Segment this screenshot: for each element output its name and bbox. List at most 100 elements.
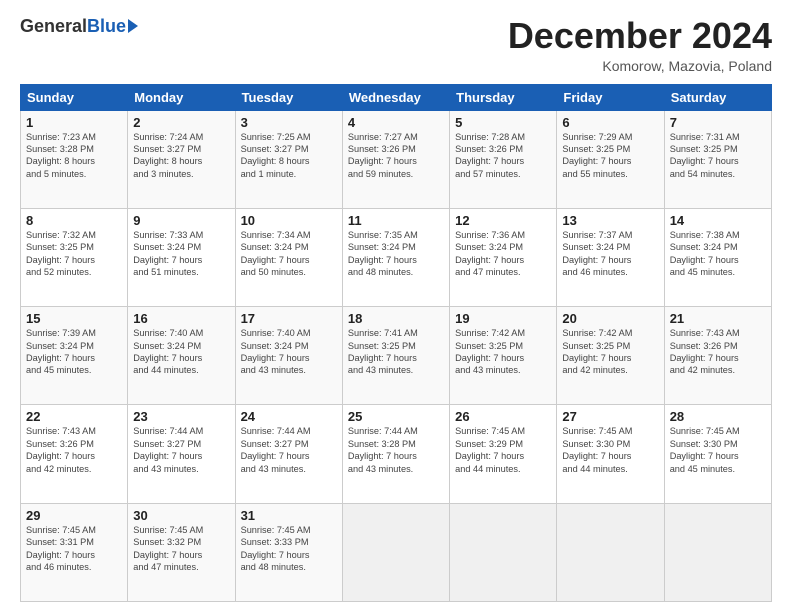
- calendar-cell: 29Sunrise: 7:45 AM Sunset: 3:31 PM Dayli…: [21, 503, 128, 601]
- day-number: 18: [348, 311, 444, 326]
- calendar-header-wednesday: Wednesday: [342, 84, 449, 110]
- calendar-cell: 15Sunrise: 7:39 AM Sunset: 3:24 PM Dayli…: [21, 307, 128, 405]
- day-info: Sunrise: 7:42 AM Sunset: 3:25 PM Dayligh…: [455, 327, 551, 377]
- calendar-cell: 9Sunrise: 7:33 AM Sunset: 3:24 PM Daylig…: [128, 208, 235, 306]
- day-number: 17: [241, 311, 337, 326]
- day-info: Sunrise: 7:31 AM Sunset: 3:25 PM Dayligh…: [670, 131, 766, 181]
- day-info: Sunrise: 7:24 AM Sunset: 3:27 PM Dayligh…: [133, 131, 229, 181]
- logo: General Blue: [20, 16, 138, 37]
- day-number: 14: [670, 213, 766, 228]
- day-info: Sunrise: 7:33 AM Sunset: 3:24 PM Dayligh…: [133, 229, 229, 279]
- calendar-cell: 22Sunrise: 7:43 AM Sunset: 3:26 PM Dayli…: [21, 405, 128, 503]
- calendar-cell: 16Sunrise: 7:40 AM Sunset: 3:24 PM Dayli…: [128, 307, 235, 405]
- logo-general-text: General: [20, 16, 87, 37]
- day-info: Sunrise: 7:43 AM Sunset: 3:26 PM Dayligh…: [670, 327, 766, 377]
- calendar-week-3: 15Sunrise: 7:39 AM Sunset: 3:24 PM Dayli…: [21, 307, 772, 405]
- day-info: Sunrise: 7:45 AM Sunset: 3:32 PM Dayligh…: [133, 524, 229, 574]
- calendar-cell: [557, 503, 664, 601]
- day-info: Sunrise: 7:39 AM Sunset: 3:24 PM Dayligh…: [26, 327, 122, 377]
- day-number: 20: [562, 311, 658, 326]
- calendar-cell: 7Sunrise: 7:31 AM Sunset: 3:25 PM Daylig…: [664, 110, 771, 208]
- calendar-header-row: SundayMondayTuesdayWednesdayThursdayFrid…: [21, 84, 772, 110]
- calendar-cell: 24Sunrise: 7:44 AM Sunset: 3:27 PM Dayli…: [235, 405, 342, 503]
- day-info: Sunrise: 7:36 AM Sunset: 3:24 PM Dayligh…: [455, 229, 551, 279]
- day-number: 13: [562, 213, 658, 228]
- day-number: 24: [241, 409, 337, 424]
- header: General Blue December 2024 Komorow, Mazo…: [20, 16, 772, 74]
- calendar-body: 1Sunrise: 7:23 AM Sunset: 3:28 PM Daylig…: [21, 110, 772, 601]
- calendar-table: SundayMondayTuesdayWednesdayThursdayFrid…: [20, 84, 772, 602]
- day-info: Sunrise: 7:37 AM Sunset: 3:24 PM Dayligh…: [562, 229, 658, 279]
- day-info: Sunrise: 7:25 AM Sunset: 3:27 PM Dayligh…: [241, 131, 337, 181]
- day-info: Sunrise: 7:44 AM Sunset: 3:27 PM Dayligh…: [133, 425, 229, 475]
- logo-arrow-icon: [128, 19, 138, 33]
- calendar-cell: 11Sunrise: 7:35 AM Sunset: 3:24 PM Dayli…: [342, 208, 449, 306]
- day-info: Sunrise: 7:42 AM Sunset: 3:25 PM Dayligh…: [562, 327, 658, 377]
- day-number: 10: [241, 213, 337, 228]
- calendar-cell: 23Sunrise: 7:44 AM Sunset: 3:27 PM Dayli…: [128, 405, 235, 503]
- day-info: Sunrise: 7:38 AM Sunset: 3:24 PM Dayligh…: [670, 229, 766, 279]
- day-number: 3: [241, 115, 337, 130]
- day-info: Sunrise: 7:44 AM Sunset: 3:28 PM Dayligh…: [348, 425, 444, 475]
- calendar-cell: 31Sunrise: 7:45 AM Sunset: 3:33 PM Dayli…: [235, 503, 342, 601]
- day-info: Sunrise: 7:45 AM Sunset: 3:31 PM Dayligh…: [26, 524, 122, 574]
- day-info: Sunrise: 7:45 AM Sunset: 3:33 PM Dayligh…: [241, 524, 337, 574]
- calendar-header-sunday: Sunday: [21, 84, 128, 110]
- day-number: 30: [133, 508, 229, 523]
- day-info: Sunrise: 7:43 AM Sunset: 3:26 PM Dayligh…: [26, 425, 122, 475]
- day-number: 15: [26, 311, 122, 326]
- day-info: Sunrise: 7:32 AM Sunset: 3:25 PM Dayligh…: [26, 229, 122, 279]
- calendar-title: December 2024: [508, 16, 772, 56]
- calendar-header-tuesday: Tuesday: [235, 84, 342, 110]
- calendar-cell: 2Sunrise: 7:24 AM Sunset: 3:27 PM Daylig…: [128, 110, 235, 208]
- calendar-header-saturday: Saturday: [664, 84, 771, 110]
- calendar-cell: 6Sunrise: 7:29 AM Sunset: 3:25 PM Daylig…: [557, 110, 664, 208]
- day-info: Sunrise: 7:40 AM Sunset: 3:24 PM Dayligh…: [241, 327, 337, 377]
- day-number: 21: [670, 311, 766, 326]
- calendar-cell: 21Sunrise: 7:43 AM Sunset: 3:26 PM Dayli…: [664, 307, 771, 405]
- calendar-cell: 25Sunrise: 7:44 AM Sunset: 3:28 PM Dayli…: [342, 405, 449, 503]
- calendar-cell: 20Sunrise: 7:42 AM Sunset: 3:25 PM Dayli…: [557, 307, 664, 405]
- day-number: 4: [348, 115, 444, 130]
- calendar-cell: 28Sunrise: 7:45 AM Sunset: 3:30 PM Dayli…: [664, 405, 771, 503]
- calendar-cell: 1Sunrise: 7:23 AM Sunset: 3:28 PM Daylig…: [21, 110, 128, 208]
- calendar-week-5: 29Sunrise: 7:45 AM Sunset: 3:31 PM Dayli…: [21, 503, 772, 601]
- day-info: Sunrise: 7:34 AM Sunset: 3:24 PM Dayligh…: [241, 229, 337, 279]
- day-number: 16: [133, 311, 229, 326]
- calendar-header-friday: Friday: [557, 84, 664, 110]
- day-info: Sunrise: 7:41 AM Sunset: 3:25 PM Dayligh…: [348, 327, 444, 377]
- day-number: 31: [241, 508, 337, 523]
- day-number: 11: [348, 213, 444, 228]
- calendar-header-monday: Monday: [128, 84, 235, 110]
- calendar-cell: 30Sunrise: 7:45 AM Sunset: 3:32 PM Dayli…: [128, 503, 235, 601]
- calendar-cell: [664, 503, 771, 601]
- calendar-cell: 17Sunrise: 7:40 AM Sunset: 3:24 PM Dayli…: [235, 307, 342, 405]
- day-number: 19: [455, 311, 551, 326]
- calendar-cell: 10Sunrise: 7:34 AM Sunset: 3:24 PM Dayli…: [235, 208, 342, 306]
- day-info: Sunrise: 7:44 AM Sunset: 3:27 PM Dayligh…: [241, 425, 337, 475]
- calendar-cell: 12Sunrise: 7:36 AM Sunset: 3:24 PM Dayli…: [450, 208, 557, 306]
- day-info: Sunrise: 7:27 AM Sunset: 3:26 PM Dayligh…: [348, 131, 444, 181]
- day-info: Sunrise: 7:40 AM Sunset: 3:24 PM Dayligh…: [133, 327, 229, 377]
- day-number: 2: [133, 115, 229, 130]
- day-info: Sunrise: 7:28 AM Sunset: 3:26 PM Dayligh…: [455, 131, 551, 181]
- day-number: 29: [26, 508, 122, 523]
- day-number: 9: [133, 213, 229, 228]
- page: General Blue December 2024 Komorow, Mazo…: [0, 0, 792, 612]
- day-number: 7: [670, 115, 766, 130]
- day-info: Sunrise: 7:45 AM Sunset: 3:30 PM Dayligh…: [562, 425, 658, 475]
- day-info: Sunrise: 7:45 AM Sunset: 3:30 PM Dayligh…: [670, 425, 766, 475]
- calendar-cell: 3Sunrise: 7:25 AM Sunset: 3:27 PM Daylig…: [235, 110, 342, 208]
- calendar-week-1: 1Sunrise: 7:23 AM Sunset: 3:28 PM Daylig…: [21, 110, 772, 208]
- calendar-cell: [342, 503, 449, 601]
- day-number: 6: [562, 115, 658, 130]
- calendar-cell: 19Sunrise: 7:42 AM Sunset: 3:25 PM Dayli…: [450, 307, 557, 405]
- calendar-cell: [450, 503, 557, 601]
- logo-blue-text: Blue: [87, 16, 126, 37]
- day-number: 5: [455, 115, 551, 130]
- calendar-cell: 26Sunrise: 7:45 AM Sunset: 3:29 PM Dayli…: [450, 405, 557, 503]
- calendar-cell: 14Sunrise: 7:38 AM Sunset: 3:24 PM Dayli…: [664, 208, 771, 306]
- calendar-cell: 13Sunrise: 7:37 AM Sunset: 3:24 PM Dayli…: [557, 208, 664, 306]
- day-number: 23: [133, 409, 229, 424]
- calendar-cell: 27Sunrise: 7:45 AM Sunset: 3:30 PM Dayli…: [557, 405, 664, 503]
